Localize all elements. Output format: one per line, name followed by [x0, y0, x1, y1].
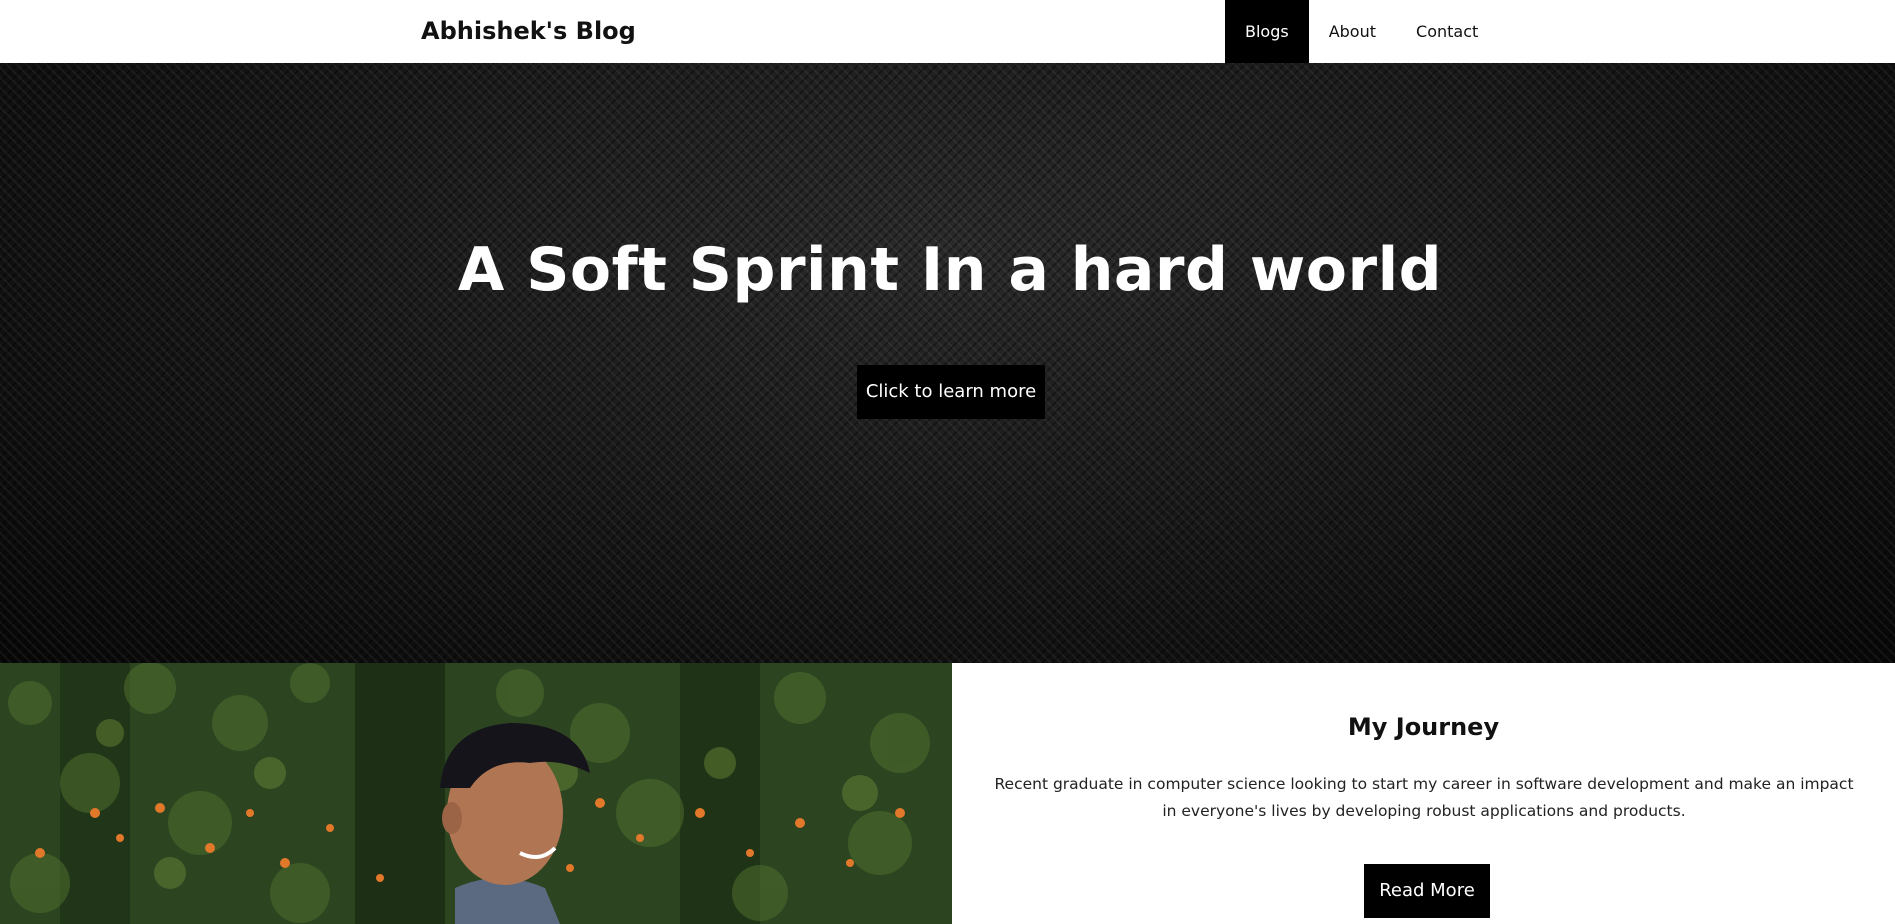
learn-more-button[interactable]: Click to learn more [857, 365, 1045, 419]
journey-title: My Journey [1347, 713, 1500, 741]
nav-item-blogs[interactable]: Blogs [1225, 0, 1309, 63]
nav-links: Blogs About Contact [1225, 0, 1498, 63]
nav-item-contact[interactable]: Contact [1396, 0, 1498, 63]
profile-photo-illustration [0, 663, 952, 924]
top-navbar: Abhishek's Blog Blogs About Contact [0, 0, 1895, 63]
journey-description: Recent graduate in computer science look… [994, 775, 1854, 820]
profile-photo [0, 663, 952, 924]
nav-item-about[interactable]: About [1309, 0, 1396, 63]
hero-banner: A Soft Sprint In a hard world Click to l… [0, 63, 1895, 663]
read-more-button[interactable]: Read More [1364, 864, 1490, 918]
journey-section: My Journey Recent graduate in computer s… [952, 663, 1895, 924]
site-brand[interactable]: Abhishek's Blog [421, 0, 636, 63]
hero-title: A Soft Sprint In a hard world [457, 235, 1443, 305]
